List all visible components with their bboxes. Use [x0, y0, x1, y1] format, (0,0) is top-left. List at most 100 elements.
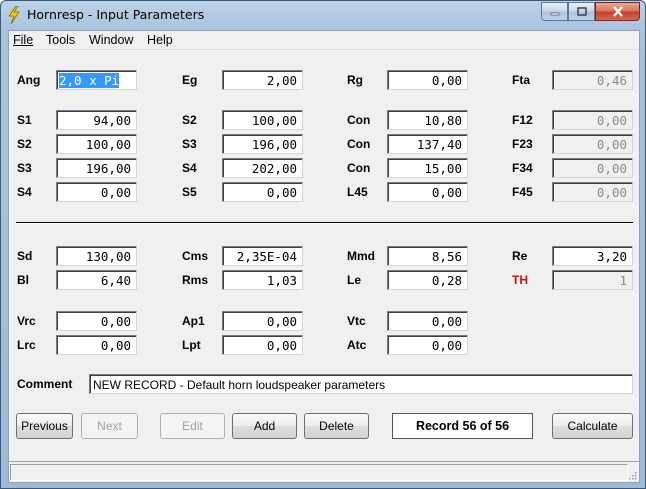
rms-label: Rms: [182, 273, 209, 287]
th-label: TH: [512, 273, 528, 287]
window-title: Hornresp - Input Parameters: [27, 7, 205, 22]
delete-button-label: Delete: [319, 419, 354, 433]
menu-file[interactable]: File: [13, 33, 33, 47]
le-field[interactable]: 0,28: [387, 270, 468, 290]
menu-window-label: Window: [89, 33, 134, 47]
s4-label: S4: [182, 161, 197, 175]
section-divider: [16, 222, 633, 224]
vtc-label: Vtc: [347, 314, 366, 328]
rg-label: Rg: [347, 73, 363, 87]
f23-label: F23: [512, 137, 533, 151]
s5-field[interactable]: 0,00: [222, 182, 303, 202]
s1-field[interactable]: 94,00: [56, 110, 137, 130]
s2-label: S2: [17, 137, 32, 151]
comment-field[interactable]: NEW RECORD - Default horn loudspeaker pa…: [89, 374, 633, 394]
menu-help-label: Help: [147, 33, 173, 47]
f34-label: F34: [512, 161, 533, 175]
next-button-label: Next: [97, 419, 122, 433]
title-bar[interactable]: Hornresp - Input Parameters: [1, 1, 645, 29]
con-label: Con: [347, 113, 371, 127]
previous-button[interactable]: Previous: [16, 413, 73, 439]
menu-help[interactable]: Help: [147, 33, 173, 47]
re-field[interactable]: 3,20: [552, 246, 633, 266]
rg-field[interactable]: 0,00: [387, 70, 468, 90]
status-panel: [10, 464, 628, 481]
eg-label: Eg: [182, 73, 198, 87]
s3-field[interactable]: 196,00: [222, 134, 303, 154]
ap1-field[interactable]: 0,00: [222, 311, 303, 331]
add-button[interactable]: Add: [232, 413, 297, 439]
s4-label: S4: [17, 185, 32, 199]
f23-field: 0,00: [552, 134, 633, 154]
menu-window[interactable]: Window: [89, 33, 133, 47]
con-label: Con: [347, 161, 371, 175]
calculate-button[interactable]: Calculate: [552, 413, 633, 439]
menu-tools-label: Tools: [46, 33, 76, 47]
atc-label: Atc: [347, 338, 367, 352]
fta-field: 0,46: [552, 70, 633, 90]
s3-label: S3: [17, 161, 32, 175]
s4-field[interactable]: 0,00: [56, 182, 137, 202]
vrc-label: Vrc: [17, 314, 36, 328]
record-indicator: Record 56 of 56: [392, 413, 533, 439]
calculate-button-label: Calculate: [567, 419, 618, 433]
close-button[interactable]: [595, 2, 640, 21]
eg-field[interactable]: 2,00: [222, 70, 303, 90]
fta-label: Fta: [512, 73, 530, 87]
mmd-field[interactable]: 8,56: [387, 246, 468, 266]
atc-field[interactable]: 0,00: [387, 335, 468, 355]
s3-label: S3: [182, 137, 197, 151]
menu-file-label: File: [13, 33, 34, 47]
mmd-label: Mmd: [347, 249, 375, 263]
client-area: File Tools Window Help Ang 2,0 x Pi Eg 2…: [8, 30, 640, 483]
maximize-icon: [576, 7, 587, 16]
sd-field[interactable]: 130,00: [56, 246, 137, 266]
sd-label: Sd: [17, 249, 33, 263]
cms-field[interactable]: 2,35E-04: [222, 246, 303, 266]
comment-label: Comment: [17, 377, 73, 391]
edit-button[interactable]: Edit: [160, 413, 225, 439]
menu-bar: File Tools Window Help: [9, 31, 639, 50]
menu-tools[interactable]: Tools: [46, 33, 75, 47]
s2-label: S2: [182, 113, 197, 127]
ang-field[interactable]: 2,0 x Pi: [56, 70, 137, 90]
next-button[interactable]: Next: [81, 413, 138, 439]
minimize-button[interactable]: [541, 2, 568, 21]
f34-field: 0,00: [552, 158, 633, 178]
s3-field[interactable]: 196,00: [56, 158, 137, 178]
add-button-label: Add: [253, 419, 276, 433]
vrc-field[interactable]: 0,00: [56, 311, 137, 331]
lrc-field[interactable]: 0,00: [56, 335, 137, 355]
lpt-field[interactable]: 0,00: [222, 335, 303, 355]
bl-field[interactable]: 6,40: [56, 270, 137, 290]
status-bar: [9, 461, 639, 482]
th-field: 1: [552, 270, 633, 290]
vtc-field[interactable]: 0,00: [387, 311, 468, 331]
rms-field[interactable]: 1,03: [222, 270, 303, 290]
s2-field[interactable]: 100,00: [222, 110, 303, 130]
l45-field[interactable]: 0,00: [387, 182, 468, 202]
ang-value: 2,0 x Pi: [59, 73, 120, 88]
s1-label: S1: [17, 113, 32, 127]
lightning-icon: [8, 6, 20, 24]
s5-label: S5: [182, 185, 197, 199]
con-field[interactable]: 15,00: [387, 158, 468, 178]
con-field[interactable]: 137,40: [387, 134, 468, 154]
f45-label: F45: [512, 185, 533, 199]
resize-grip-icon[interactable]: [627, 470, 637, 480]
bl-label: Bl: [17, 273, 29, 287]
s2-field[interactable]: 100,00: [56, 134, 137, 154]
s4-field[interactable]: 202,00: [222, 158, 303, 178]
con-field[interactable]: 10,80: [387, 110, 468, 130]
ang-label: Ang: [17, 73, 41, 87]
cms-label: Cms: [182, 249, 209, 263]
minimize-icon: [550, 12, 559, 15]
le-label: Le: [347, 273, 362, 287]
record-text: Record 56 of 56: [415, 419, 510, 433]
f45-field: 0,00: [552, 182, 633, 202]
con-label: Con: [347, 137, 371, 151]
edit-button-label: Edit: [182, 419, 203, 433]
delete-button[interactable]: Delete: [304, 413, 369, 439]
maximize-button[interactable]: [568, 2, 595, 21]
lrc-label: Lrc: [17, 338, 36, 352]
